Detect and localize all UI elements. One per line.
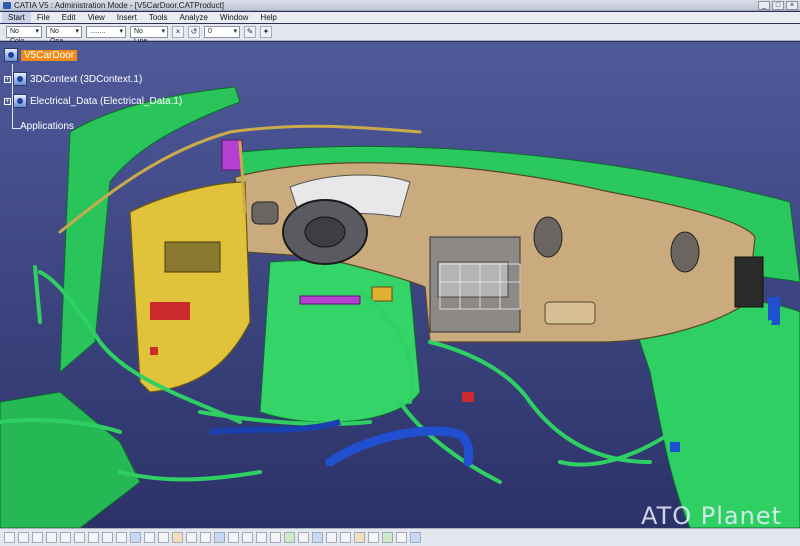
tree-node-label[interactable]: Applications: [20, 121, 74, 132]
door-handle-red: [150, 302, 190, 320]
brand-watermark: ATO Planet: [641, 502, 782, 530]
measure-icon[interactable]: [354, 532, 365, 543]
comment-icon[interactable]: [158, 532, 169, 543]
menu-edit[interactable]: Edit: [56, 12, 82, 23]
window-titlebar: CATIA V5 : Administration Mode - [V5CarD…: [0, 0, 800, 11]
open-icon[interactable]: [18, 532, 29, 543]
blue-duct: [325, 426, 474, 467]
normal-view-icon[interactable]: [270, 532, 281, 543]
harness-icon[interactable]: [382, 532, 393, 543]
shading-icon[interactable]: [312, 532, 323, 543]
menu-help[interactable]: Help: [254, 12, 282, 23]
layer-dropdown[interactable]: 0: [204, 26, 240, 38]
glove-box: [544, 301, 596, 325]
lower-door-structure: [0, 391, 141, 528]
pan-icon[interactable]: [214, 532, 225, 543]
formula-icon[interactable]: [144, 532, 155, 543]
zoom-in-icon[interactable]: [242, 532, 253, 543]
tree-root-label[interactable]: V5CarDoor: [21, 49, 78, 61]
maximize-button[interactable]: □: [772, 1, 784, 10]
window-switch-panel: [164, 241, 221, 273]
right-air-vent: [670, 231, 700, 273]
car-interior-3d-model[interactable]: [0, 42, 800, 528]
catia-app-icon: [3, 2, 11, 9]
graphic-properties-icon[interactable]: ✦: [260, 26, 272, 38]
menu-start[interactable]: Start: [2, 12, 31, 23]
3d-viewport[interactable]: V5CarDoor + 3DContext (3DContext.1) + El…: [0, 42, 800, 528]
undo-icon[interactable]: [102, 532, 113, 543]
menu-analyze[interactable]: Analyze: [174, 12, 214, 23]
expand-icon[interactable]: +: [4, 75, 11, 83]
help-icon[interactable]: [130, 532, 141, 543]
format-painter-icon[interactable]: ✎: [244, 26, 256, 38]
opacity-dropdown[interactable]: No Opa: [46, 26, 82, 45]
line-weight-dropdown[interactable]: No Line: [130, 26, 168, 45]
window-title: CATIA V5 : Administration Mode - [V5CarD…: [14, 1, 225, 10]
left-air-vent: [251, 201, 279, 225]
tree-node-electrical-data[interactable]: + Electrical_Data (Electrical_Data.1): [4, 94, 182, 108]
paste-icon[interactable]: [88, 532, 99, 543]
center-console: [259, 260, 421, 423]
tree-node-label[interactable]: Electrical_Data (Electrical_Data.1): [30, 96, 182, 107]
expand-icon[interactable]: +: [4, 97, 11, 105]
fit-all-icon[interactable]: [200, 532, 211, 543]
redo-icon[interactable]: [116, 532, 127, 543]
multi-view-icon[interactable]: [284, 532, 295, 543]
fly-mode-icon[interactable]: [186, 532, 197, 543]
print-icon[interactable]: [46, 532, 57, 543]
product-icon: [13, 72, 27, 86]
rendering-style-icon[interactable]: ↺: [188, 26, 200, 38]
minimize-button[interactable]: _: [758, 1, 770, 10]
bundle-icon[interactable]: [396, 532, 407, 543]
purple-bracket: [299, 295, 361, 305]
center-air-vent: [533, 216, 563, 258]
menu-tools[interactable]: Tools: [143, 12, 174, 23]
copy-icon[interactable]: [74, 532, 85, 543]
rotate-icon[interactable]: [228, 532, 239, 543]
menu-file[interactable]: File: [31, 12, 56, 23]
swap-space-icon[interactable]: [340, 532, 351, 543]
color-dropdown[interactable]: No Colo: [6, 26, 42, 45]
hide-show-icon[interactable]: [326, 532, 337, 543]
tree-node-applications[interactable]: Applications: [20, 121, 74, 132]
point-style-icon[interactable]: ×: [172, 26, 184, 38]
zoom-out-icon[interactable]: [256, 532, 267, 543]
bottom-toolbar: [0, 528, 800, 546]
product-icon: [4, 48, 18, 62]
iso-view-icon[interactable]: [298, 532, 309, 543]
close-button[interactable]: ×: [786, 1, 798, 10]
product-icon: [13, 94, 27, 108]
new-icon[interactable]: [4, 532, 15, 543]
door-trim-panel: [129, 181, 251, 393]
save-icon[interactable]: [32, 532, 43, 543]
connector-icon[interactable]: [410, 532, 421, 543]
cut-icon[interactable]: [60, 532, 71, 543]
ecu-module: [734, 256, 764, 308]
tree-node-3dcontext[interactable]: + 3DContext (3DContext.1): [4, 72, 142, 86]
graphic-properties-toolbar: No Colo No Opa ........ No Line × ↺ 0 ✎ …: [0, 24, 800, 45]
line-type-dropdown[interactable]: ........: [86, 26, 126, 38]
tree-node-label[interactable]: 3DContext (3DContext.1): [30, 74, 142, 85]
menu-view[interactable]: View: [82, 12, 111, 23]
menu-insert[interactable]: Insert: [111, 12, 143, 23]
tree-root-node[interactable]: V5CarDoor: [4, 48, 78, 62]
menu-window[interactable]: Window: [214, 12, 254, 23]
clash-icon[interactable]: [368, 532, 379, 543]
window-controls: _ □ ×: [758, 1, 798, 10]
menu-bar: Start File Edit View Insert Tools Analyz…: [0, 12, 800, 23]
catalog-icon[interactable]: [172, 532, 183, 543]
